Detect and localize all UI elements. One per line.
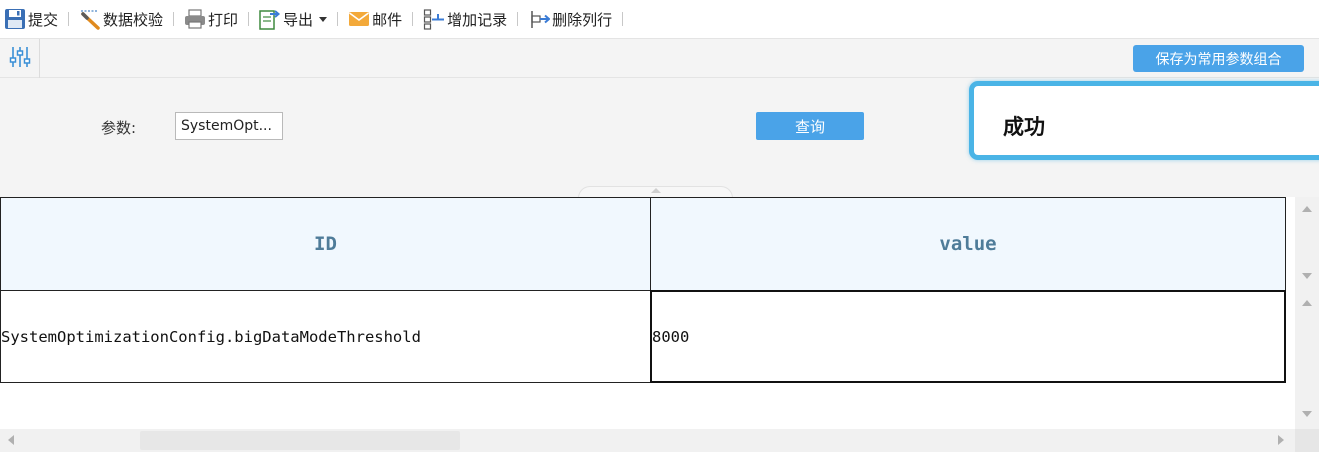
save-icon xyxy=(4,8,26,30)
scroll-down-icon[interactable] xyxy=(1302,411,1312,417)
horizontal-scroll-thumb[interactable] xyxy=(140,431,460,450)
success-toast: 成功 xyxy=(969,81,1319,160)
toolbar-divider xyxy=(517,12,519,26)
validate-icon xyxy=(79,8,101,30)
mail-icon xyxy=(348,8,370,30)
scroll-down-icon[interactable] xyxy=(1302,273,1312,279)
delete-row-icon xyxy=(528,8,551,30)
mail-button[interactable]: 邮件 xyxy=(346,4,404,34)
column-header-id[interactable]: ID xyxy=(0,197,651,291)
toolbar: 提交 数据校验 打印 导出 邮件 增加记录 删除列行 xyxy=(0,0,1319,38)
parameter-panel-toggle[interactable] xyxy=(0,39,40,79)
export-icon xyxy=(259,8,281,30)
data-table: ID value SystemOptimizationConfig.bigDat… xyxy=(0,197,1295,429)
export-button[interactable]: 导出 xyxy=(257,4,329,34)
column-header-value[interactable]: value xyxy=(650,197,1286,291)
chevron-up-icon xyxy=(651,188,661,193)
param-input[interactable]: SystemOpt... xyxy=(175,112,283,140)
scroll-left-icon[interactable] xyxy=(8,435,14,445)
toolbar-divider xyxy=(622,12,624,26)
print-icon xyxy=(184,8,206,30)
print-button[interactable]: 打印 xyxy=(182,4,240,34)
sliders-icon xyxy=(8,45,32,73)
parameter-bar: 保存为常用参数组合 xyxy=(0,38,1319,79)
table-cell-value[interactable]: 8000 xyxy=(650,290,1286,383)
toolbar-divider xyxy=(412,12,414,26)
toolbar-divider xyxy=(173,12,175,26)
save-param-combo-button[interactable]: 保存为常用参数组合 xyxy=(1133,45,1304,72)
submit-button[interactable]: 提交 xyxy=(2,4,60,34)
param-label: 参数: xyxy=(101,119,137,137)
table-cell-id[interactable]: SystemOptimizationConfig.bigDataModeThre… xyxy=(0,290,651,383)
data-validate-label: 数据校验 xyxy=(103,10,164,29)
toolbar-divider xyxy=(248,12,250,26)
toolbar-divider xyxy=(337,12,339,26)
add-record-icon xyxy=(423,8,445,30)
toast-message: 成功 xyxy=(1003,115,1045,139)
scroll-up-icon[interactable] xyxy=(1302,300,1312,306)
scroll-right-icon[interactable] xyxy=(1278,435,1284,445)
scrollbar-corner xyxy=(1295,429,1319,452)
submit-label: 提交 xyxy=(28,10,59,29)
data-validate-button[interactable]: 数据校验 xyxy=(77,4,165,34)
query-button[interactable]: 查询 xyxy=(756,112,864,140)
vertical-scrollbar[interactable] xyxy=(1295,197,1319,429)
delete-row-button[interactable]: 删除列行 xyxy=(526,4,614,34)
add-record-button[interactable]: 增加记录 xyxy=(421,4,509,34)
print-label: 打印 xyxy=(208,10,239,29)
mail-label: 邮件 xyxy=(372,10,403,29)
add-record-label: 增加记录 xyxy=(447,10,508,29)
horizontal-scrollbar[interactable] xyxy=(0,429,1295,452)
toolbar-divider xyxy=(68,12,70,26)
scroll-up-icon[interactable] xyxy=(1302,206,1312,212)
export-label: 导出 xyxy=(283,10,314,29)
delete-row-label: 删除列行 xyxy=(552,10,613,29)
chevron-down-icon[interactable] xyxy=(319,16,328,22)
